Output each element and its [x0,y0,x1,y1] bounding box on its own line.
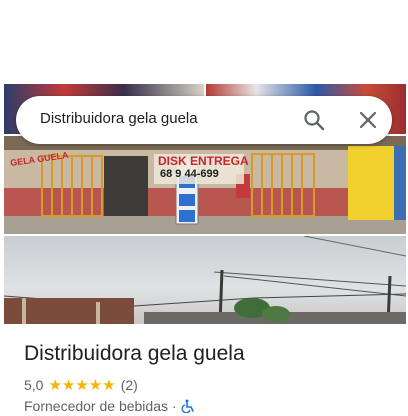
search-input[interactable]: Distribuidora gela guela [40,110,198,127]
close-icon[interactable] [356,108,380,132]
place-title: Distribuidora gela guela [24,342,245,365]
street-illustration [4,236,406,324]
place-category: Fornecedor de bebidas [24,398,168,414]
wheelchair-accessible-icon [181,399,195,414]
storefront-photo[interactable]: GELA GUELA DISK ENTREGA 68 9 44-699 [4,136,406,234]
rating-row[interactable]: 5,0 ★★★★★ (2) [24,376,138,394]
review-count[interactable]: (2) [121,377,138,393]
category-row: Fornecedor de bebidas · [24,398,195,414]
store-sign-right: DISK ENTREGA [158,154,249,168]
rating-value: 5,0 [24,377,44,393]
rating-stars: ★★★★★ [48,377,116,394]
search-bar[interactable]: Distribuidora gela guela [16,96,392,144]
separator-dot: · [172,398,177,414]
search-icon[interactable] [302,108,326,132]
store-phone: 68 9 44-699 [160,168,219,180]
street-photo[interactable] [4,236,406,324]
